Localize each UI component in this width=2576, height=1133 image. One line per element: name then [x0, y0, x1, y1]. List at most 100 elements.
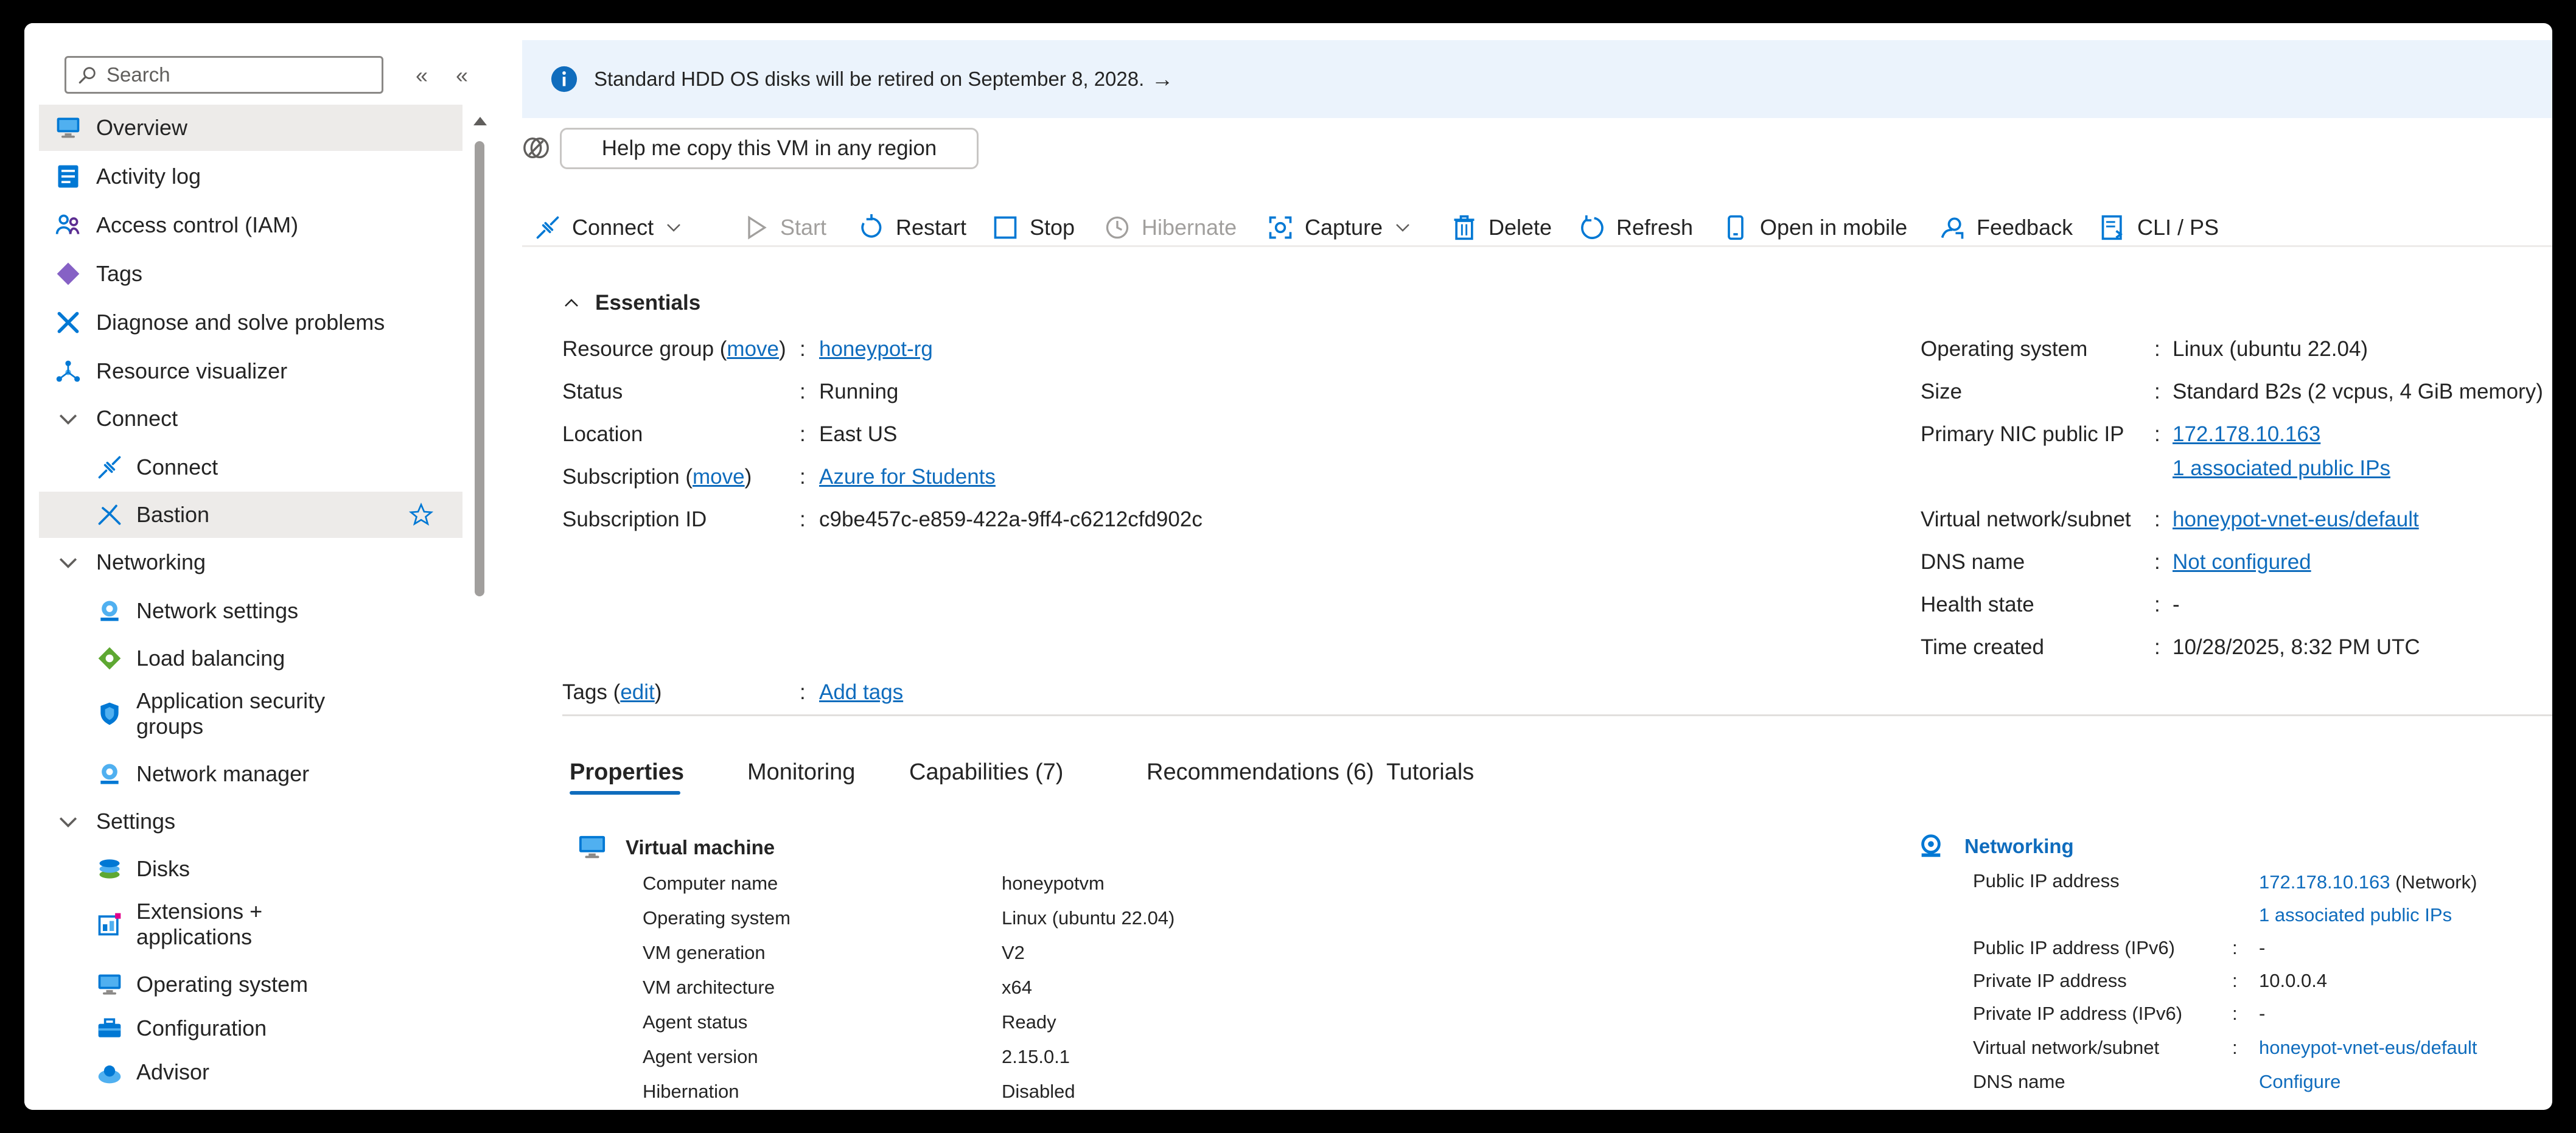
connect-button[interactable]: Connect — [534, 211, 683, 245]
move-resource-group-link[interactable]: move — [727, 337, 779, 361]
start-button[interactable]: Start — [742, 211, 826, 245]
private-ipv6-label: Private IP address (IPv6) — [1973, 1003, 2183, 1024]
clock-icon — [1106, 216, 1129, 239]
sidebar-item-label: Bastion — [136, 502, 210, 527]
info-icon — [551, 66, 578, 92]
advisor-cloud-icon — [96, 1059, 123, 1086]
health-value: - — [2173, 593, 2180, 616]
tab-capabilities[interactable]: Capabilities (7) — [909, 759, 1063, 786]
copy-vm-region-button[interactable]: Help me copy this VM in any region — [560, 128, 979, 169]
search-icon — [79, 67, 96, 84]
sidebar-group-networking[interactable]: Networking — [39, 539, 462, 585]
collapse-expand-icon[interactable]: « — [407, 58, 437, 92]
associated-ips-link[interactable]: 1 associated public IPs — [2173, 456, 2390, 481]
copilot-icon — [523, 137, 549, 159]
star-icon[interactable] — [409, 503, 433, 527]
sidebar-item-activity-log[interactable]: Activity log — [39, 153, 462, 200]
load-balancer-icon — [96, 645, 123, 672]
capture-icon — [1269, 216, 1292, 239]
size-value: Standard B2s (2 vcpus, 4 GiB memory) — [2173, 380, 2543, 403]
menu-search-box[interactable] — [65, 56, 383, 94]
sidebar-group-settings[interactable]: Settings — [39, 798, 462, 845]
essentials-title: Essentials — [595, 291, 701, 315]
chevron-up-icon — [565, 299, 578, 307]
monitor-icon — [55, 114, 82, 141]
vm-property-label: VM generation — [643, 942, 766, 963]
sidebar-group-connect[interactable]: Connect — [39, 396, 462, 442]
status-value: Running — [819, 380, 899, 403]
command-bar: Connect Start Restart Stop Hibernate Cap… — [522, 186, 2552, 265]
configure-dns-link[interactable]: Configure — [2259, 1071, 2340, 1093]
open-in-mobile-button[interactable]: Open in mobile — [1722, 211, 1907, 245]
cli-ps-button[interactable]: CLI / PS — [2100, 211, 2219, 245]
add-tags-link[interactable]: Add tags — [819, 680, 903, 705]
sidebar-item-label: Operating system — [136, 972, 309, 997]
move-subscription-link[interactable]: move — [693, 465, 745, 489]
edit-tags-link[interactable]: edit — [620, 680, 654, 704]
banner-text: Standard HDD OS disks will be retired on… — [594, 68, 1145, 90]
people-icon — [55, 212, 82, 239]
sidebar-scrollbar[interactable] — [472, 114, 487, 1110]
vnet-link[interactable]: honeypot-vnet-eus/default — [2173, 507, 2419, 532]
subscription-link[interactable]: Azure for Students — [819, 465, 996, 489]
sidebar-item-access-control[interactable]: Access control (IAM) — [39, 202, 462, 248]
restart-button[interactable]: Restart — [858, 211, 966, 245]
scrollbar-thumb[interactable] — [475, 141, 484, 596]
resource-group-link[interactable]: honeypot-rg — [819, 337, 933, 361]
tab-tutorials[interactable]: Tutorials — [1386, 759, 1474, 786]
menu-search-input[interactable] — [106, 63, 362, 86]
sidebar-item-overview[interactable]: Overview — [39, 105, 462, 151]
vnet-subnet-link[interactable]: honeypot-vnet-eus/default — [2259, 1037, 2477, 1059]
sidebar-item-network-settings[interactable]: Network settings — [39, 588, 462, 634]
public-ip-link[interactable]: 172.178.10.163 — [2173, 422, 2320, 447]
sidebar-item-disks[interactable]: Disks — [39, 846, 462, 892]
vm-property-label: Agent status — [643, 1011, 748, 1033]
public-ip-value: 172.178.10.163 (Network) — [2259, 871, 2477, 893]
sidebar-item-operating-system[interactable]: Operating system — [39, 961, 462, 1008]
dns-name-label: DNS name — [1973, 1071, 2065, 1092]
sidebar-item-extensions[interactable]: Extensions + applications — [39, 891, 462, 958]
tab-monitoring[interactable]: Monitoring — [747, 759, 855, 786]
disk-icon — [96, 856, 123, 882]
vm-property-value: Linux (ubuntu 22.04) — [1002, 907, 1175, 929]
sidebar-item-load-balancing[interactable]: Load balancing — [39, 635, 462, 682]
sidebar-item-configuration[interactable]: Configuration — [39, 1005, 462, 1051]
sidebar-item-bastion[interactable]: Bastion — [39, 492, 462, 538]
sidebar-item-network-manager[interactable]: Network manager — [39, 751, 462, 797]
essentials-toggle[interactable]: Essentials — [562, 291, 700, 315]
feedback-button[interactable]: Feedback — [1939, 211, 2073, 245]
info-banner[interactable]: Standard HDD OS disks will be retired on… — [522, 40, 2552, 118]
public-ip-link[interactable]: 172.178.10.163 — [2259, 871, 2390, 893]
mobile-icon — [1728, 215, 1744, 240]
feedback-icon — [1941, 217, 1964, 239]
sidebar-item-application-security-groups[interactable]: Application security groups — [39, 680, 462, 747]
arrow-right-icon[interactable]: → — [1151, 66, 1173, 92]
stop-button[interactable]: Stop — [992, 211, 1075, 245]
sidebar-item-diagnose[interactable]: Diagnose and solve problems — [39, 299, 462, 346]
public-ip-label: Public IP address — [1973, 870, 2120, 891]
subscription-label: Subscription (move) — [562, 465, 752, 489]
delete-button[interactable]: Delete — [1451, 211, 1552, 245]
vm-property-value: 2.15.0.1 — [1002, 1046, 1070, 1067]
vm-property-label: Hibernation — [643, 1081, 739, 1102]
sidebar-item-advisor[interactable]: Advisor — [39, 1049, 462, 1095]
sidebar-group-label: Connect — [96, 406, 178, 431]
chevron-down-icon — [55, 405, 82, 432]
sidebar-item-label: Diagnose and solve problems — [96, 310, 385, 335]
collapse-menu-icon[interactable]: « — [447, 58, 477, 92]
sidebar-item-tags[interactable]: Tags — [39, 251, 462, 297]
tab-properties[interactable]: Properties — [570, 759, 684, 786]
associated-public-ips-link[interactable]: 1 associated public IPs — [2259, 904, 2452, 926]
stop-icon — [994, 216, 1017, 239]
vm-property-value: x64 — [1002, 977, 1032, 998]
vm-section-title: Virtual machine — [577, 834, 775, 862]
sidebar-item-connect[interactable]: Connect — [39, 444, 462, 490]
tab-recommendations[interactable]: Recommendations (6) — [1147, 759, 1374, 786]
sidebar-item-resource-visualizer[interactable]: Resource visualizer — [39, 348, 462, 394]
capture-button[interactable]: Capture — [1267, 211, 1412, 245]
refresh-button[interactable]: Refresh — [1579, 211, 1693, 245]
scroll-up-arrow-icon[interactable] — [473, 117, 487, 125]
vm-property-label: VM architecture — [643, 977, 775, 998]
hibernate-button[interactable]: Hibernate — [1104, 211, 1237, 245]
dns-link[interactable]: Not configured — [2173, 550, 2311, 574]
